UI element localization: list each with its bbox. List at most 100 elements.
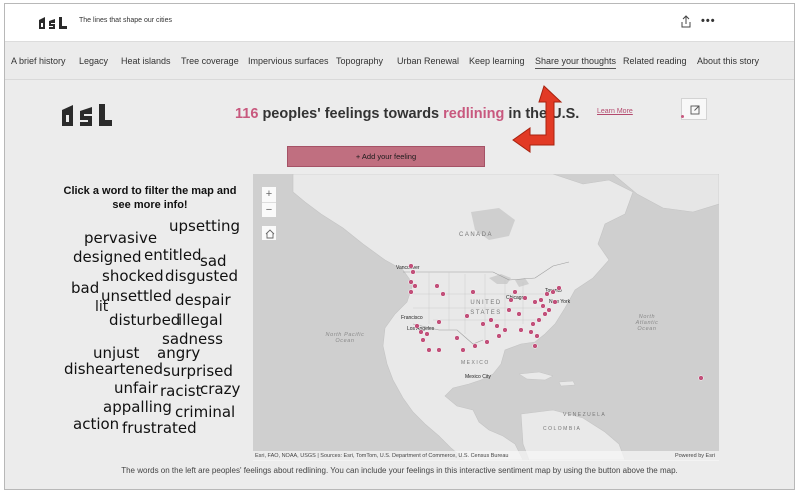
map-marker[interactable] xyxy=(556,285,562,291)
word-frustrated[interactable]: frustrated xyxy=(122,419,197,437)
map-marker[interactable] xyxy=(698,375,704,381)
map-marker[interactable] xyxy=(502,327,508,333)
map-marker[interactable] xyxy=(436,347,442,353)
app-frame: The lines that shape our cities ••• A br… xyxy=(4,3,795,490)
word-bad[interactable]: bad xyxy=(71,279,99,297)
word-upsetting[interactable]: upsetting xyxy=(169,217,240,235)
zoom-in-button[interactable]: + xyxy=(262,187,276,202)
nav-item-heat-islands[interactable]: Heat islands xyxy=(121,56,171,66)
map-marker[interactable] xyxy=(496,333,502,339)
map-marker[interactable] xyxy=(420,337,426,343)
map-marker[interactable] xyxy=(550,289,556,295)
red-arrow-annotation xyxy=(512,85,563,153)
word-lit[interactable]: lit xyxy=(95,299,108,315)
top-bar: The lines that shape our cities ••• xyxy=(5,4,794,42)
learn-more-link[interactable]: Learn More xyxy=(597,108,633,115)
map-marker[interactable] xyxy=(532,343,538,349)
map-marker[interactable] xyxy=(538,297,544,303)
map-marker[interactable] xyxy=(408,279,414,285)
share-icon[interactable] xyxy=(679,14,693,30)
map-marker[interactable] xyxy=(540,303,546,309)
map-marker[interactable] xyxy=(542,311,548,317)
map-marker[interactable] xyxy=(410,269,416,275)
word-pervasive[interactable]: pervasive xyxy=(84,229,157,247)
nav-item-keep-learning[interactable]: Keep learning xyxy=(469,56,525,66)
map-marker[interactable] xyxy=(516,311,522,317)
map-marker[interactable] xyxy=(552,299,558,305)
map-marker[interactable] xyxy=(544,291,550,297)
map-marker[interactable] xyxy=(546,307,552,313)
add-feeling-button[interactable]: + Add your feeling xyxy=(287,146,485,167)
map-caption: The words on the left are peoples' feeli… xyxy=(121,466,678,475)
map-marker[interactable] xyxy=(472,343,478,349)
word-angry[interactable]: angry xyxy=(157,344,200,362)
nav-item-impervious-surfaces[interactable]: Impervious surfaces xyxy=(248,56,329,66)
map-marker[interactable] xyxy=(412,283,418,289)
map-marker[interactable] xyxy=(460,347,466,353)
powered-by-esri[interactable]: Powered by Esri xyxy=(675,451,715,461)
map-marker[interactable] xyxy=(532,299,538,305)
more-options-icon[interactable]: ••• xyxy=(701,15,716,27)
word-designed[interactable]: designed xyxy=(73,248,142,266)
home-icon xyxy=(265,229,275,239)
word-disgusted[interactable]: disgusted xyxy=(165,267,238,285)
map-marker[interactable] xyxy=(418,329,424,335)
word-unfair[interactable]: unfair xyxy=(114,379,158,397)
map-marker[interactable] xyxy=(414,323,420,329)
nav-item-share-your-thoughts[interactable]: Share your thoughts xyxy=(535,56,617,69)
word-disturbed[interactable]: disturbed xyxy=(109,311,180,329)
word-despair[interactable]: despair xyxy=(175,291,231,309)
dsl-logo xyxy=(62,104,112,126)
word-illegal[interactable]: illegal xyxy=(178,311,223,329)
site-title: The lines that shape our cities xyxy=(79,17,172,24)
map-marker[interactable] xyxy=(408,289,414,295)
map-marker[interactable] xyxy=(522,295,528,301)
map-marker[interactable] xyxy=(434,283,440,289)
word-surprised[interactable]: surprised xyxy=(163,362,233,380)
word-appalling[interactable]: appalling xyxy=(103,398,172,416)
map-marker[interactable] xyxy=(464,313,470,319)
sentiment-map[interactable]: CANADA UNITED STATES MEXICO VENEZUELA CO… xyxy=(253,174,719,460)
map-marker[interactable] xyxy=(530,321,536,327)
map-marker[interactable] xyxy=(440,291,446,297)
map-marker[interactable] xyxy=(470,289,476,295)
map-marker[interactable] xyxy=(512,289,518,295)
map-marker[interactable] xyxy=(494,323,500,329)
word-disheartened[interactable]: disheartened xyxy=(64,360,163,378)
map-marker[interactable] xyxy=(408,263,414,269)
map-marker[interactable] xyxy=(506,307,512,313)
nav-item-topography[interactable]: Topography xyxy=(336,56,383,66)
zoom-out-button[interactable]: − xyxy=(262,202,276,217)
map-marker[interactable] xyxy=(508,297,514,303)
word-shocked[interactable]: shocked xyxy=(102,267,164,285)
word-action[interactable]: action xyxy=(73,415,119,433)
map-marker[interactable] xyxy=(488,317,494,323)
nav-item-legacy[interactable]: Legacy xyxy=(79,56,108,66)
map-marker[interactable] xyxy=(518,327,524,333)
map-marker[interactable] xyxy=(484,339,490,345)
nav-item-brief-history[interactable]: A brief history xyxy=(11,56,66,66)
nav-item-about-this-story[interactable]: About this story xyxy=(697,56,759,66)
map-marker[interactable] xyxy=(426,347,432,353)
word-entitled[interactable]: entitled xyxy=(144,246,202,264)
nav-item-urban-renewal[interactable]: Urban Renewal xyxy=(397,56,459,66)
headline-text-before: peoples' feelings towards xyxy=(262,106,440,122)
word-unsettled[interactable]: unsettled xyxy=(101,287,172,305)
dsl-logo-small[interactable] xyxy=(37,15,73,31)
map-marker[interactable] xyxy=(454,335,460,341)
open-external-button[interactable] xyxy=(681,98,707,120)
map-marker[interactable] xyxy=(528,329,534,335)
nav-item-tree-coverage[interactable]: Tree coverage xyxy=(181,56,239,66)
external-link-icon xyxy=(690,105,700,115)
map-home-button[interactable] xyxy=(261,225,277,241)
nav-item-related-reading[interactable]: Related reading xyxy=(623,56,687,66)
map-marker[interactable] xyxy=(424,331,430,337)
map-marker[interactable] xyxy=(534,333,540,339)
map-marker[interactable] xyxy=(536,317,542,323)
indicator-dot xyxy=(681,115,684,118)
feelings-count: 116 xyxy=(235,106,259,122)
map-marker[interactable] xyxy=(436,319,442,325)
map-marker[interactable] xyxy=(480,321,486,327)
word-crazy[interactable]: crazy xyxy=(200,380,240,398)
filter-instructions: Click a word to filter the map and see m… xyxy=(63,185,237,211)
